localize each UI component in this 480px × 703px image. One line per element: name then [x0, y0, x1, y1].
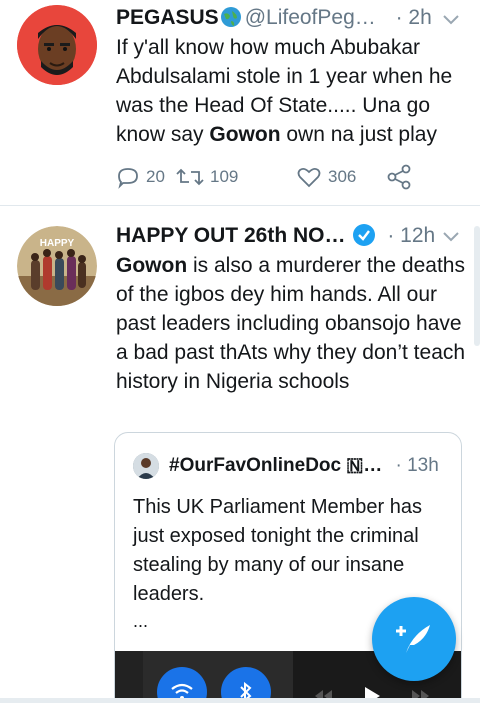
tweet-time: · 12h [387, 224, 436, 247]
retweet-button[interactable]: 109 [176, 162, 238, 192]
quoted-text: This UK Parliament Member has just expos… [133, 496, 422, 605]
chevron-down-icon[interactable] [440, 8, 462, 30]
tweet-time: · 2h [395, 6, 432, 29]
tweet-text-bold: Gowon [116, 254, 188, 277]
verified-badge-icon [353, 224, 376, 246]
quoted-time: · 13h [395, 455, 439, 476]
scrollbar[interactable] [474, 226, 480, 346]
quoted-header: #OurFavOnlineDoc 🇳… · 13h [169, 452, 439, 480]
quoted-display-name[interactable]: #OurFavOnlineDoc 🇳… [169, 455, 382, 476]
tweet-header: PEGASUS @LifeofPeg… · 2h [116, 3, 432, 33]
retweet-count: 109 [210, 167, 239, 186]
chevron-down-icon[interactable] [440, 225, 462, 247]
profile-person-icon [133, 453, 159, 479]
tweet-text-part: own na just play [280, 123, 437, 146]
like-button[interactable]: 306 [296, 162, 356, 192]
like-count: 306 [328, 167, 357, 186]
retweet-icon [176, 168, 204, 186]
globe-emoji-icon [220, 7, 241, 27]
tweet-header: HAPPY OUT 26th NO… · 12h [116, 221, 435, 251]
album-cover-icon: HAPPY [17, 226, 97, 306]
media-panel [143, 651, 293, 703]
reply-count: 20 [146, 167, 165, 186]
heart-icon [297, 167, 321, 188]
tweet-actions: 20 109 306 [116, 162, 456, 192]
album-title: HAPPY [40, 238, 75, 249]
share-icon [387, 164, 411, 190]
display-name[interactable]: HAPPY OUT 26th NO… [116, 224, 345, 247]
tweet-text: Gowon is also a murderer the deaths of t… [116, 251, 468, 396]
avatar[interactable] [17, 5, 97, 85]
reply-icon [118, 168, 138, 189]
user-handle[interactable]: @LifeofPeg… [245, 6, 376, 29]
avatar[interactable] [133, 453, 159, 479]
avatar[interactable]: HAPPY [17, 226, 97, 306]
quoted-ellipsis: ... [133, 611, 149, 631]
compose-tweet-button[interactable] [372, 597, 456, 681]
profile-face-icon [17, 5, 97, 85]
display-name[interactable]: PEGASUS [116, 6, 219, 29]
tweet-text: If y'all know how much Abubakar Abdulsal… [116, 33, 468, 149]
bottom-divider [0, 698, 480, 703]
tweet-text-bold: Gowon [209, 123, 281, 146]
reply-button[interactable]: 20 [116, 162, 165, 192]
share-button[interactable] [386, 162, 412, 192]
compose-feather-icon [396, 625, 430, 653]
tweet-pegasus[interactable]: PEGASUS @LifeofPeg… · 2h If y'all know ho… [0, 0, 480, 206]
